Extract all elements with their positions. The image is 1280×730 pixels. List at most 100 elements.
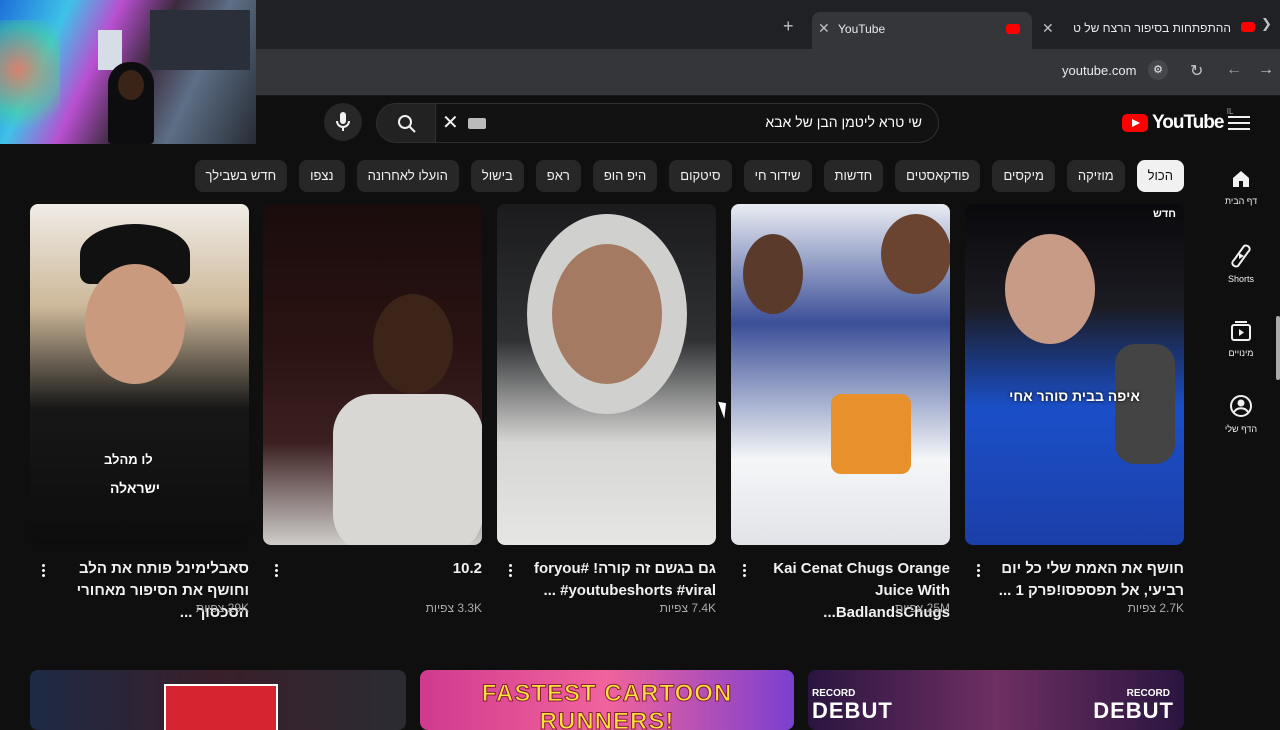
logo-text: YouTube	[1152, 112, 1224, 133]
short-thumbnail[interactable]	[731, 204, 950, 545]
chip-new-to-you[interactable]: חדש בשבילך	[194, 160, 288, 192]
thumb-face	[881, 214, 950, 294]
filter-chips-bar: הכול מוזיקה מיקסים פודקאסטים חדשות שידור…	[194, 160, 1184, 192]
url-text[interactable]: youtube.com	[1062, 63, 1136, 78]
home-icon	[1233, 171, 1249, 187]
short-thumbnail[interactable]: חדש איפה בבית סוהר אחי	[965, 204, 1184, 545]
subscriptions-icon	[1231, 321, 1251, 341]
forward-arrow-icon[interactable]: ←	[1226, 61, 1242, 79]
chip-hiphop[interactable]: היפ הופ	[592, 160, 658, 192]
video-thumbnail[interactable]	[30, 670, 406, 730]
short-views: 7.4K צפיות	[659, 601, 716, 615]
shirt-text: ישראלה	[110, 480, 161, 496]
voice-search-button[interactable]	[324, 103, 362, 141]
guide-item-home[interactable]: דף הבית	[1202, 168, 1280, 206]
tab-search-chevron-icon[interactable]: ❯	[1261, 16, 1272, 32]
tab-title: YouTube	[838, 22, 886, 36]
short-views: 2.7K צפיות	[1127, 601, 1184, 615]
page-scrollbar[interactable]	[1276, 316, 1280, 380]
chip-podcasts[interactable]: פודקאסטים	[895, 160, 981, 192]
chip-rap[interactable]: ראפ	[535, 160, 581, 192]
thumb-face	[1005, 234, 1095, 344]
thumb-poster	[164, 684, 278, 730]
guide-item-shorts[interactable]: Shorts	[1202, 244, 1280, 284]
guide-label: Shorts	[1227, 274, 1254, 284]
close-icon[interactable]: ✕	[1042, 20, 1054, 37]
thumb-face	[743, 234, 803, 314]
tab-youtube[interactable]: ✕ YouTube	[812, 12, 1032, 49]
wall-decor	[150, 10, 250, 70]
close-icon[interactable]: ✕	[818, 20, 830, 37]
more-actions-icon[interactable]	[977, 562, 981, 579]
chip-recently-uploaded[interactable]: הועלו לאחרונה	[356, 160, 459, 192]
shirt-text: לו מהלב	[104, 452, 153, 467]
chip-watched[interactable]: נצפו	[299, 160, 345, 192]
streamer-head	[118, 70, 144, 100]
chip-music[interactable]: מוזיקה	[1066, 160, 1125, 192]
more-actions-icon[interactable]	[509, 562, 513, 579]
webcam-overlay	[0, 0, 256, 144]
clear-search-icon[interactable]: ✕	[442, 110, 459, 135]
account-icon	[1230, 395, 1252, 417]
more-actions-icon[interactable]	[275, 562, 279, 579]
guide-label: מינויים	[1228, 348, 1254, 358]
thumbnail-text: FASTEST CARTOON RUNNERS!	[481, 680, 733, 730]
thumb-face	[552, 244, 662, 384]
guide-item-subscriptions[interactable]: מינויים	[1202, 320, 1280, 358]
thumb-food	[831, 394, 911, 474]
thumb-jacket	[333, 394, 482, 545]
chip-news[interactable]: חדשות	[823, 160, 884, 192]
search-input[interactable]: שי טרא ליטמן הבן של אבא ✕	[436, 103, 939, 143]
short-card[interactable]: לו מהלב ישראלה סאבלימינל פותח את הלב וחו…	[30, 204, 249, 621]
site-settings-icon[interactable]: ⚙	[1148, 60, 1168, 80]
short-views: 29K צפיות	[195, 601, 249, 615]
new-badge: חדש	[1153, 208, 1176, 220]
new-tab-button[interactable]: +	[783, 16, 794, 37]
short-title[interactable]: 10.2	[282, 558, 482, 580]
mouse-cursor	[718, 399, 731, 419]
short-card[interactable]: גם בגשם זה קורה! #foryou #youtubeshorts …	[497, 204, 716, 615]
youtube-logo[interactable]: YouTube IL	[1122, 107, 1233, 135]
youtube-play-icon	[1122, 114, 1148, 132]
guide-item-you[interactable]: הדף שלי	[1202, 394, 1280, 434]
short-thumbnail[interactable]: לו מהלב ישראלה	[30, 204, 249, 545]
tab-video[interactable]: ✕ ההתפתחות בסיפור הרצח של ט	[1040, 14, 1255, 44]
more-actions-icon[interactable]	[743, 562, 747, 579]
shorts-icon	[1231, 244, 1251, 268]
thumb-face	[373, 294, 453, 394]
short-card[interactable]: Kai Cenat Chugs Orange Juice With Badlan…	[731, 204, 950, 621]
short-views: 3.3K צפיות	[425, 601, 482, 615]
country-code: IL	[1226, 107, 1234, 116]
chip-all[interactable]: הכול	[1136, 160, 1184, 192]
short-card[interactable]: חדש איפה בבית סוהר אחי חושף את האמת שלי …	[965, 204, 1184, 615]
youtube-favicon-icon	[1241, 22, 1255, 32]
microphone-icon	[336, 112, 350, 131]
search-button[interactable]	[376, 103, 436, 143]
chip-cooking[interactable]: בישול	[470, 160, 524, 192]
thumbnail-text: DEBUT	[1093, 698, 1174, 723]
short-card[interactable]: 10.2 3.3K צפיות	[263, 204, 482, 615]
short-thumbnail[interactable]	[263, 204, 482, 545]
chip-sitcom[interactable]: סיטקום	[669, 160, 732, 192]
thumbnail-text: DEBUT	[812, 698, 893, 723]
more-actions-icon[interactable]	[42, 562, 46, 579]
chip-mixes[interactable]: מיקסים	[992, 160, 1055, 192]
search-icon	[398, 115, 416, 133]
video-thumbnail[interactable]: FASTEST CARTOON RUNNERS!	[420, 670, 794, 730]
back-arrow-icon[interactable]: →	[1258, 61, 1274, 79]
youtube-favicon-icon	[1006, 24, 1020, 34]
short-title[interactable]: חושף את האמת שלי כל יום רביעי, אל תפספסו…	[984, 558, 1184, 602]
thumbnail-caption: איפה בבית סוהר אחי	[1009, 388, 1140, 404]
video-thumbnail[interactable]: RECORD DEBUT RECORD DEBUT	[808, 670, 1184, 730]
guide-label: דף הבית	[1224, 196, 1258, 206]
keyboard-icon[interactable]	[468, 118, 486, 129]
short-thumbnail[interactable]	[497, 204, 716, 545]
thumb-microphone	[1115, 344, 1175, 464]
light-decor	[0, 20, 60, 144]
guide-label: הדף שלי	[1224, 424, 1258, 434]
thumb-face	[85, 264, 185, 384]
short-title[interactable]: גם בגשם זה קורה! #foryou #youtubeshorts …	[516, 558, 716, 602]
reload-icon[interactable]: ↻	[1190, 61, 1203, 81]
tab-title: ההתפתחות בסיפור הרצח של ט	[1073, 21, 1231, 35]
chip-live[interactable]: שידור חי	[743, 160, 812, 192]
